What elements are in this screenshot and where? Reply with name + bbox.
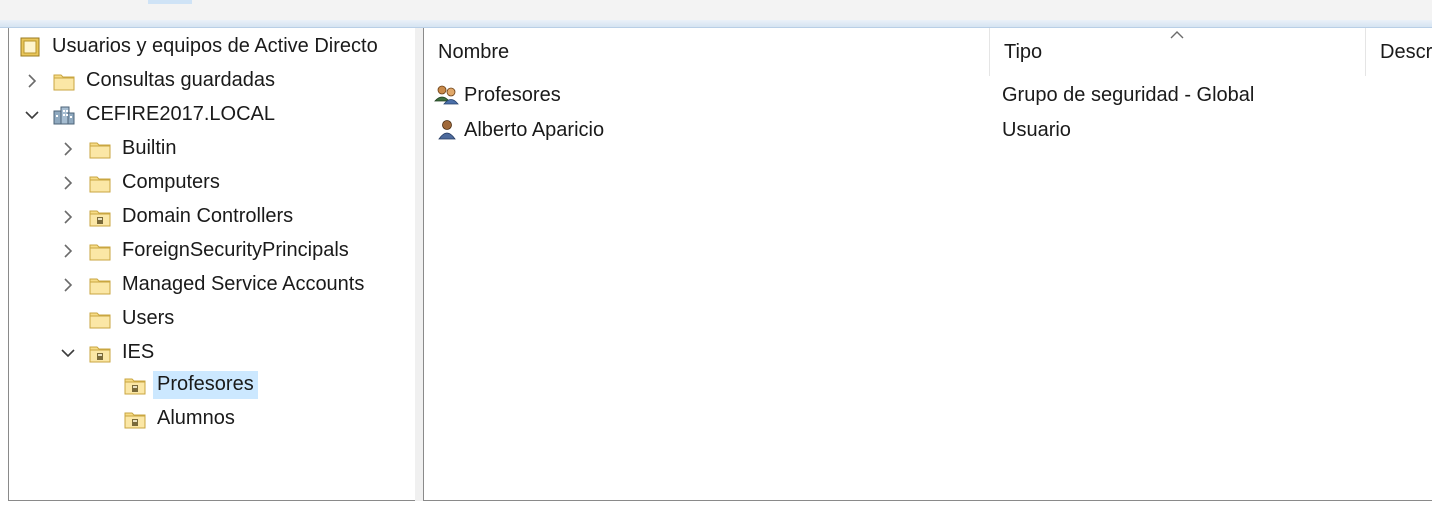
column-header-descripcion[interactable]: Descr: [1366, 28, 1432, 76]
tree-item-label: ForeignSecurityPrincipals: [122, 239, 349, 261]
list-item-type: Usuario: [1002, 118, 1071, 141]
tree-item-domain-controllers[interactable]: Domain Controllers: [89, 202, 297, 232]
folder-icon: [89, 278, 111, 295]
tree-item-label: CEFIRE2017.LOCAL: [86, 103, 275, 125]
aduc-window: Usuarios y equipos de Active Directo Con…: [0, 0, 1432, 516]
tree-item-label: Consultas guardadas: [86, 69, 276, 91]
tree-item-managed-service-accounts[interactable]: Managed Service Accounts: [89, 270, 368, 300]
domain-icon: [53, 106, 75, 125]
tree-item-label: Computers: [122, 171, 220, 193]
list-row[interactable]: Alberto Aparicio: [434, 115, 604, 145]
tree-item-label: Users: [122, 307, 175, 329]
ou-folder-icon: [124, 378, 146, 395]
tree-item-label: IES: [122, 341, 155, 363]
tree-item-ies[interactable]: IES: [89, 338, 158, 368]
toolbar-strip: [0, 0, 1432, 21]
expand-chevron-icon[interactable]: [59, 134, 77, 164]
pane-header-bar: [0, 20, 1432, 28]
folder-icon: [89, 312, 111, 329]
column-header-label: Descr: [1380, 40, 1432, 63]
tree-item-foreign-security-principals[interactable]: ForeignSecurityPrincipals: [89, 236, 353, 266]
expand-chevron-icon[interactable]: [23, 66, 41, 96]
list-row[interactable]: Profesores: [434, 80, 561, 110]
list-item-type: Grupo de seguridad - Global: [1002, 83, 1255, 106]
ou-folder-icon: [89, 346, 111, 363]
list-item-name: Profesores: [464, 83, 561, 106]
collapse-chevron-icon[interactable]: [23, 100, 41, 130]
folder-icon: [53, 74, 75, 91]
user-icon: [438, 120, 456, 140]
tree-item-domain[interactable]: CEFIRE2017.LOCAL: [53, 100, 279, 130]
expand-chevron-icon[interactable]: [59, 168, 77, 198]
list-cell-type: Grupo de seguridad - Global: [1002, 80, 1254, 110]
tree-item-label: Managed Service Accounts: [122, 273, 365, 295]
folder-icon: [89, 244, 111, 261]
tree-item-label: Alumnos: [157, 407, 235, 429]
column-header-nombre[interactable]: Nombre: [424, 28, 990, 76]
pane-splitter[interactable]: [415, 28, 423, 501]
tree-item-alumnos[interactable]: Alumnos: [124, 404, 239, 434]
expand-chevron-icon[interactable]: [59, 202, 77, 232]
tree-item-computers[interactable]: Computers: [89, 168, 224, 198]
column-header-label: Tipo: [1004, 40, 1043, 63]
ou-folder-icon: [89, 210, 111, 227]
tree-item-users[interactable]: Users: [89, 304, 178, 334]
tree-root[interactable]: Usuarios y equipos de Active Directo: [19, 32, 382, 62]
tree-pane[interactable]: Usuarios y equipos de Active Directo Con…: [8, 28, 416, 501]
ou-folder-icon: [124, 412, 146, 429]
folder-icon: [89, 142, 111, 159]
tree-item-label: Profesores: [153, 371, 258, 399]
details-pane[interactable]: Nombre Tipo Descr Profesores Grupo de se…: [423, 28, 1432, 501]
expand-chevron-icon[interactable]: [59, 236, 77, 266]
folder-icon: [89, 176, 111, 193]
tree-item-label: Builtin: [122, 137, 177, 159]
tree-item-consultas-guardadas[interactable]: Consultas guardadas: [53, 66, 279, 96]
collapse-chevron-icon[interactable]: [59, 338, 77, 368]
group-icon: [434, 85, 459, 105]
list-item-name: Alberto Aparicio: [464, 118, 605, 141]
sort-ascending-icon: [1170, 31, 1184, 39]
list-cell-type: Usuario: [1002, 115, 1071, 145]
expand-chevron-icon[interactable]: [59, 270, 77, 300]
aduc-snapin-icon: [20, 37, 40, 57]
column-header-label: Nombre: [438, 40, 510, 63]
tree-root-label: Usuarios y equipos de Active Directo: [52, 35, 378, 57]
tree-item-label: Domain Controllers: [122, 205, 294, 227]
tree-item-builtin[interactable]: Builtin: [89, 134, 180, 164]
toolbar-highlight: [148, 0, 192, 4]
tree-item-profesores[interactable]: Profesores: [124, 370, 258, 400]
